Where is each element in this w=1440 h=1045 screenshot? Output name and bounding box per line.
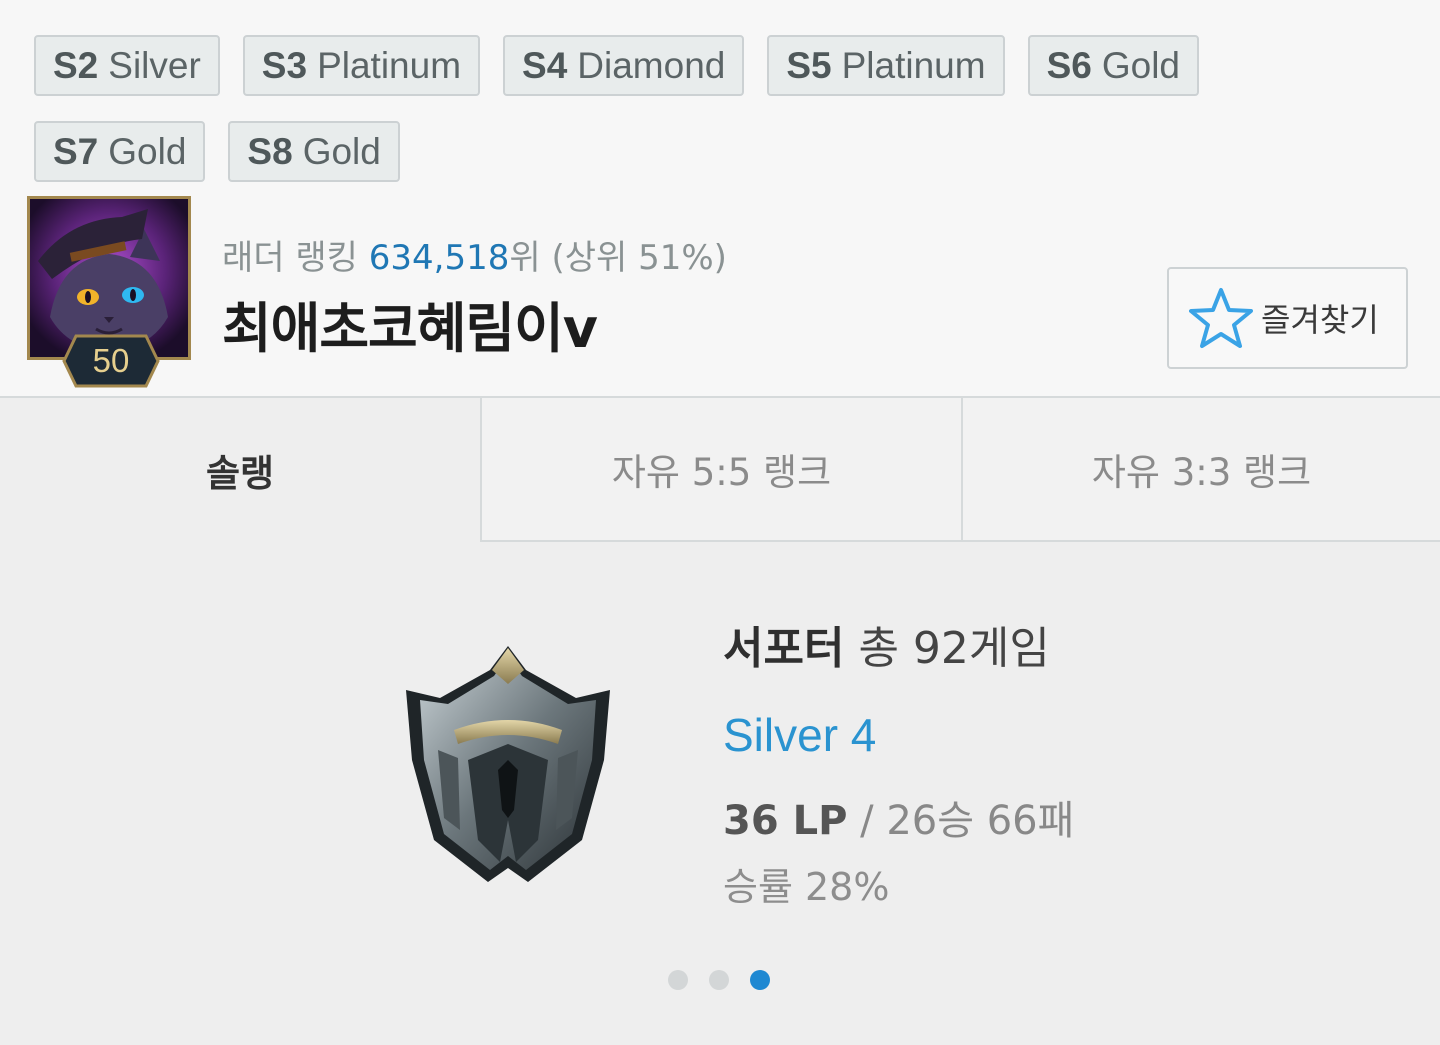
favorite-label: 즐겨찾기 bbox=[1261, 301, 1379, 339]
win-loss-record: / 26승 66패 bbox=[847, 798, 1075, 844]
tier-label: Silver 4 bbox=[723, 709, 877, 761]
win-rate: 승률 28% bbox=[723, 865, 890, 909]
page-dot-active[interactable] bbox=[750, 970, 770, 990]
tab-solo-rank[interactable]: 솔랭 bbox=[0, 398, 480, 542]
tab-flex-5v5[interactable]: 자유 5:5 랭크 bbox=[480, 398, 961, 542]
season-badge: S7 Gold bbox=[34, 121, 206, 182]
position-games: 서포터 총 92게임 bbox=[723, 612, 1050, 676]
tab-flex-3v3[interactable]: 자유 3:3 랭크 bbox=[961, 398, 1440, 542]
favorite-button[interactable]: 즐겨찾기 bbox=[1167, 267, 1408, 369]
queue-tabs: 솔랭 자유 5:5 랭크 자유 3:3 랭크 bbox=[0, 398, 1440, 542]
lp-record: 36 LP / 26승 66패 bbox=[723, 788, 1074, 846]
profile-header: S2 Silver S3 Platinum S4 Diamond S5 Platinum… bbox=[0, 0, 1440, 398]
season-badge: S6 Gold bbox=[1027, 35, 1199, 96]
star-outline-icon bbox=[1189, 288, 1253, 348]
lp-value: 36 LP bbox=[723, 798, 848, 844]
page-dot[interactable] bbox=[668, 970, 688, 990]
page-dot[interactable] bbox=[709, 970, 729, 990]
pagination-dots bbox=[668, 970, 770, 990]
season-badge: S4 Diamond bbox=[503, 35, 745, 96]
season-badge: S2 Silver bbox=[34, 35, 220, 96]
season-badge: S5 Platinum bbox=[767, 35, 1005, 96]
games-count: 총 92게임 bbox=[858, 623, 1050, 674]
ladder-rank-value[interactable]: 634,518 bbox=[369, 238, 510, 278]
season-badge: S8 Gold bbox=[228, 121, 400, 182]
silver-emblem-icon bbox=[398, 640, 618, 890]
past-season-badges: S2 Silver S3 Platinum S4 Diamond S5 Platinum… bbox=[34, 35, 1234, 182]
level-value: 50 bbox=[92, 342, 130, 379]
position-label: 서포터 bbox=[723, 623, 845, 674]
season-badge: S3 Platinum bbox=[242, 35, 481, 96]
level-badge: 50 bbox=[62, 334, 160, 388]
summoner-name: 최애초코혜림이v bbox=[222, 297, 598, 360]
ladder-ranking: 래더 랭킹 634,518위 (상위 51%) bbox=[222, 238, 727, 278]
